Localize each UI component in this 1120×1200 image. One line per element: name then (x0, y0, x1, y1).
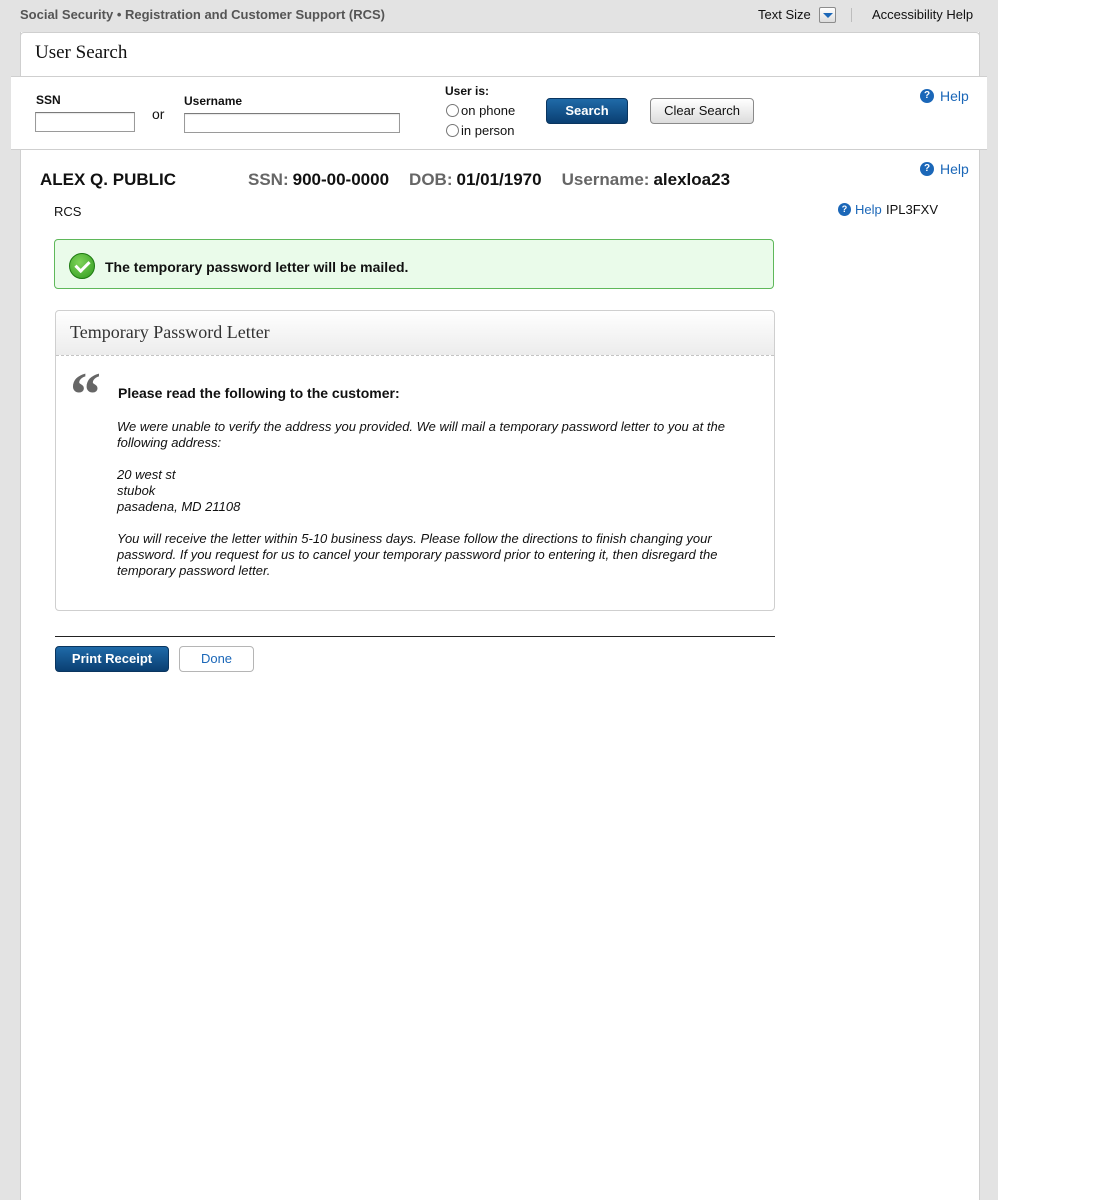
address-line-1: 20 west st (117, 467, 176, 482)
success-message: The temporary password letter will be ma… (105, 259, 409, 275)
print-receipt-button[interactable]: Print Receipt (55, 646, 169, 672)
text-size-label: Text Size (758, 7, 811, 22)
text-size-dropdown[interactable] (819, 7, 836, 23)
question-circle-icon: ? (838, 203, 851, 216)
user-search-header (20, 32, 980, 78)
radio-circle[interactable] (446, 104, 459, 117)
letter-paragraph-2: You will receive the letter within 5-10 … (117, 531, 718, 578)
ssn-value: 900-00-0000 (292, 170, 390, 189)
context-help-link[interactable]: ? Help (838, 202, 882, 217)
letter-paragraph-1: We were unable to verify the address you… (117, 419, 725, 450)
top-bar: Social Security • Registration and Custo… (0, 0, 998, 30)
username-input[interactable] (184, 113, 400, 133)
user-summary: ALEX Q. PUBLIC SSN: 900-00-0000 DOB: 01/… (40, 170, 750, 190)
username-field-label: Username: (561, 170, 650, 189)
radio-on-phone-label: on phone (461, 103, 516, 118)
quote-icon: “ (70, 361, 101, 429)
dob-field-label: DOB: (409, 170, 453, 189)
user-is-label: User is: (445, 84, 490, 98)
help-label: Help (855, 202, 882, 217)
radio-circle[interactable] (446, 124, 459, 137)
question-circle-icon: ? (920, 162, 934, 176)
ssn-label: SSN (36, 93, 61, 107)
app-title: Social Security • Registration and Custo… (20, 7, 385, 22)
radio-in-person[interactable]: in person (446, 123, 514, 138)
radio-in-person-label: in person (461, 123, 515, 138)
topbar-divider (851, 8, 852, 22)
done-button[interactable]: Done (179, 646, 254, 672)
user-search-title: User Search (35, 42, 128, 63)
letter-panel-header: Temporary Password Letter (56, 311, 774, 356)
ssn-input[interactable] (35, 112, 135, 132)
username-label: Username (184, 94, 243, 108)
system-label: RCS (54, 204, 82, 219)
main-page (20, 32, 980, 1200)
user-full-name: ALEX Q. PUBLIC (40, 170, 177, 189)
success-banner: The temporary password letter will be ma… (54, 239, 774, 289)
accessibility-help-link[interactable]: Accessibility Help (872, 7, 973, 22)
read-instruction: Please read the following to the custome… (118, 385, 400, 401)
user-help-link[interactable]: ? Help (920, 161, 969, 177)
screen-code: IPL3FXV (886, 202, 939, 217)
actions-divider (55, 636, 775, 637)
letter-title: Temporary Password Letter (70, 322, 270, 342)
help-label: Help (940, 161, 969, 177)
question-circle-icon: ? (920, 89, 934, 103)
or-label: or (152, 106, 165, 122)
search-button[interactable]: Search (546, 98, 628, 124)
dob-value: 01/01/1970 (456, 170, 542, 189)
check-circle-icon (69, 253, 95, 279)
address-line-3: pasadena, MD 21108 (117, 499, 241, 514)
ssn-field-label: SSN: (248, 170, 289, 189)
search-help-link[interactable]: ? Help (920, 88, 969, 104)
help-label: Help (940, 88, 969, 104)
temporary-password-letter-panel: Temporary Password Letter “ Please read … (55, 310, 775, 611)
clear-search-button[interactable]: Clear Search (650, 98, 754, 124)
radio-on-phone[interactable]: on phone (446, 103, 515, 118)
chevron-down-icon (823, 13, 833, 18)
address-line-2: stubok (117, 483, 156, 498)
username-value: alexloa23 (653, 170, 731, 189)
